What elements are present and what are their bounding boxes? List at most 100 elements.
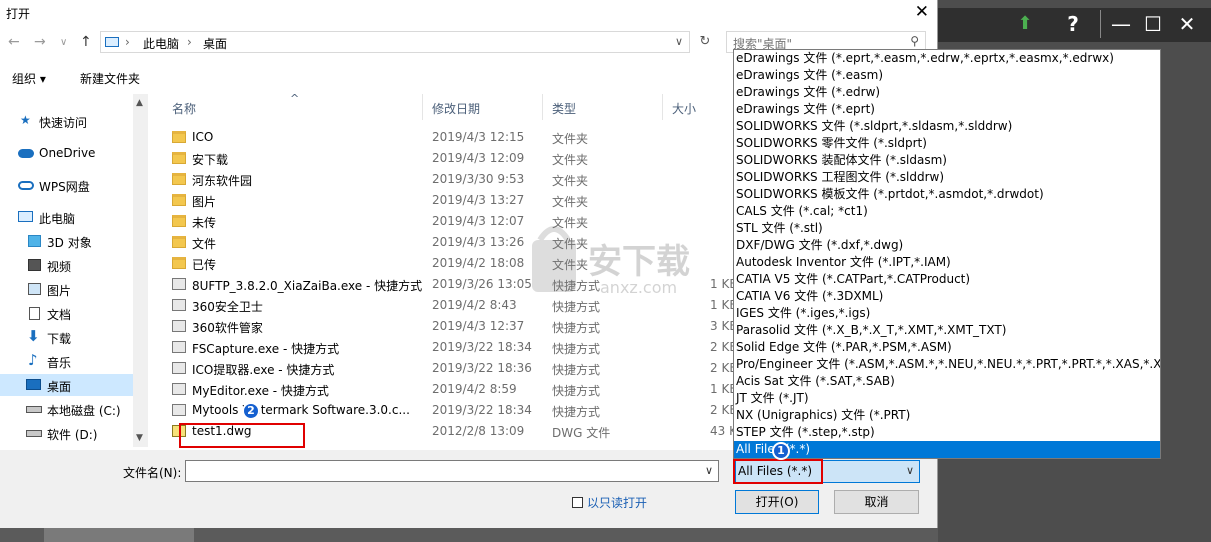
sidebar-item-onedrive[interactable]: OneDrive	[0, 142, 133, 164]
address-bar[interactable]: › 此电脑 › 桌面 ∨	[100, 31, 690, 53]
file-name: 图片	[192, 195, 217, 209]
sidebar-item-label: 软件 (D:)	[47, 428, 98, 442]
sidebar-item-quick-access[interactable]: ★ 快速访问	[0, 110, 133, 132]
filetype-option[interactable]: eDrawings 文件 (*.edrw)	[736, 84, 1158, 101]
filetype-option[interactable]: Parasolid 文件 (*.X_B,*.X_T,*.XMT,*.XMT_TX…	[736, 322, 1158, 339]
column-divider[interactable]	[422, 94, 423, 120]
document-icon	[29, 307, 40, 320]
up-arrow-icon[interactable]: ↑	[80, 34, 92, 50]
sidebar-item-3d-objects[interactable]: 3D 对象	[0, 230, 133, 252]
breadcrumb-this-pc[interactable]: 此电脑	[143, 35, 179, 52]
sidebar-item-music[interactable]: ♪ 音乐	[0, 350, 133, 372]
file-size: 2 KB	[710, 361, 735, 375]
file-type: 文件夹	[552, 153, 589, 167]
column-headers: 名称 ^ 修改日期 类型 大小	[150, 94, 735, 120]
upload-arrow-icon[interactable]: ⬆	[1010, 10, 1040, 38]
maximize-button[interactable]: ☐	[1138, 10, 1168, 38]
table-row[interactable]: 360软件管家 2019/4/3 12:37 快捷方式 3 KB	[150, 316, 735, 337]
table-row[interactable]: FSCapture.exe - 快捷方式 2019/3/22 18:34 快捷方式 2…	[150, 337, 735, 358]
new-folder-button[interactable]: 新建文件夹	[80, 70, 140, 87]
file-name: FSCapture.exe - 快捷方式	[192, 342, 340, 356]
readonly-label[interactable]: 以只读打开	[587, 494, 647, 511]
table-row[interactable]: ICO 2019/4/3 12:15 文件夹	[150, 127, 735, 148]
filetype-option[interactable]: JT 文件 (*.JT)	[736, 390, 1158, 407]
search-icon[interactable]: ⚲	[910, 34, 919, 48]
filetype-option[interactable]: eDrawings 文件 (*.eprt)	[736, 101, 1158, 118]
filetype-option[interactable]: eDrawings 文件 (*.eprt,*.easm,*.edrw,*.epr…	[736, 50, 1158, 67]
filename-input[interactable]: ∨	[185, 460, 719, 482]
sidebar-item-label: 下载	[47, 332, 72, 346]
filetype-option[interactable]: Pro/Engineer 文件 (*.ASM,*.ASM.*,*.NEU,*.N…	[736, 356, 1160, 373]
filetype-option[interactable]: SOLIDWORKS 模板文件 (*.prtdot,*.asmdot,*.drw…	[736, 186, 1158, 203]
sidebar-item-label: 音乐	[47, 356, 72, 370]
filename-dropdown-icon[interactable]: ∨	[705, 464, 713, 477]
column-header-date[interactable]: 修改日期	[432, 100, 480, 117]
filetype-option[interactable]: STEP 文件 (*.step,*.stp)	[736, 424, 1158, 441]
drive-icon	[26, 430, 42, 437]
column-header-type[interactable]: 类型	[552, 100, 576, 117]
filetype-option[interactable]: Acis Sat 文件 (*.SAT,*.SAB)	[736, 373, 1158, 390]
scroll-down-icon[interactable]: ▼	[136, 433, 143, 443]
filetype-option[interactable]: CALS 文件 (*.cal; *ct1)	[736, 203, 1158, 220]
help-icon[interactable]: ?	[1058, 10, 1088, 38]
sidebar-item-downloads[interactable]: ⬇ 下载	[0, 326, 133, 348]
refresh-icon[interactable]: ↻	[695, 32, 715, 52]
filetype-option[interactable]: Solid Edge 文件 (*.PAR,*.PSM,*.ASM)	[736, 339, 1158, 356]
minimize-button[interactable]: —	[1106, 10, 1136, 38]
shortcut-icon	[172, 404, 186, 416]
open-button[interactable]: 打开(O)	[735, 490, 819, 514]
filetype-option[interactable]: SOLIDWORKS 文件 (*.sldprt,*.sldasm,*.slddr…	[736, 118, 1158, 135]
table-row[interactable]: Mytools Watermark Software.3.0.c... 2019/…	[150, 400, 735, 421]
sidebar-scrollbar[interactable]: ▲ ▼	[133, 94, 148, 447]
filetype-dropdown-icon[interactable]: ∨	[906, 464, 914, 477]
filetype-option[interactable]: SOLIDWORKS 工程图文件 (*.slddrw)	[736, 169, 1158, 186]
close-button-background-app[interactable]: ✕	[1172, 10, 1202, 38]
filetype-option[interactable]: NX (Unigraphics) 文件 (*.PRT)	[736, 407, 1158, 424]
dialog-close-button[interactable]: ✕	[915, 2, 929, 22]
organize-button[interactable]: 组织 ▾	[12, 70, 46, 87]
filetype-option[interactable]: SOLIDWORKS 装配体文件 (*.sldasm)	[736, 152, 1158, 169]
filetype-option[interactable]: All Files (*.*)	[734, 441, 1160, 458]
file-type: 快捷方式	[552, 384, 601, 398]
address-dropdown-icon[interactable]: ∨	[675, 35, 683, 48]
sidebar-item-documents[interactable]: 文档	[0, 302, 133, 324]
filetype-option[interactable]: STL 文件 (*.stl)	[736, 220, 1158, 237]
recent-chevron-icon[interactable]: ∨	[60, 37, 67, 48]
forward-arrow-icon[interactable]: →	[34, 34, 46, 50]
table-row[interactable]: 安下载 2019/4/3 12:09 文件夹	[150, 148, 735, 169]
filetype-option[interactable]: Autodesk Inventor 文件 (*.IPT,*.IAM)	[736, 254, 1158, 271]
filetype-option[interactable]: CATIA V6 文件 (*.3DXML)	[736, 288, 1158, 305]
breadcrumb-desktop[interactable]: 桌面	[203, 35, 227, 52]
folder-icon	[172, 131, 186, 143]
sidebar-item-this-pc[interactable]: 此电脑	[0, 206, 133, 228]
filetype-option[interactable]: IGES 文件 (*.iges,*.igs)	[736, 305, 1158, 322]
sidebar-item-drive-d[interactable]: 软件 (D:)	[0, 422, 133, 444]
file-date: 2019/3/30 9:53	[432, 172, 525, 186]
column-divider[interactable]	[542, 94, 543, 120]
sidebar-item-wps[interactable]: WPS网盘	[0, 174, 133, 196]
filetype-option[interactable]: DXF/DWG 文件 (*.dxf,*.dwg)	[736, 237, 1158, 254]
readonly-checkbox[interactable]	[572, 497, 583, 508]
filetype-option[interactable]: CATIA V5 文件 (*.CATPart,*.CATProduct)	[736, 271, 1158, 288]
file-name: 8UFTP_3.8.2.0_XiaZaiBa.exe - 快捷方式	[192, 279, 423, 293]
sidebar-item-pictures[interactable]: 图片	[0, 278, 133, 300]
file-date: 2019/4/2 8:43	[432, 298, 517, 312]
filetype-option[interactable]: eDrawings 文件 (*.easm)	[736, 67, 1158, 84]
column-header-size[interactable]: 大小	[672, 100, 696, 117]
table-row[interactable]: 图片 2019/4/3 13:27 文件夹	[150, 190, 735, 211]
back-arrow-icon[interactable]: ←	[8, 34, 20, 50]
file-name: ICO提取器.exe - 快捷方式	[192, 363, 335, 377]
sidebar-item-label: WPS网盘	[39, 180, 90, 194]
sidebar-item-videos[interactable]: 视频	[0, 254, 133, 276]
column-divider[interactable]	[662, 94, 663, 120]
sidebar-item-label: 文档	[47, 308, 72, 322]
table-row[interactable]: 河东软件园 2019/3/30 9:53 文件夹	[150, 169, 735, 190]
cancel-button[interactable]: 取消	[834, 490, 919, 514]
scroll-up-icon[interactable]: ▲	[136, 98, 143, 108]
filetype-option[interactable]: SOLIDWORKS 零件文件 (*.sldprt)	[736, 135, 1158, 152]
sidebar-item-desktop[interactable]: 桌面	[0, 374, 133, 396]
column-header-name[interactable]: 名称	[172, 100, 196, 117]
sidebar-item-drive-c[interactable]: 本地磁盘 (C:)	[0, 398, 133, 420]
table-row[interactable]: ICO提取器.exe - 快捷方式 2019/3/22 18:36 快捷方式 2 KB	[150, 358, 735, 379]
table-row[interactable]: MyEditor.exe - 快捷方式 2019/4/2 8:59 快捷方式 1 KB	[150, 379, 735, 400]
